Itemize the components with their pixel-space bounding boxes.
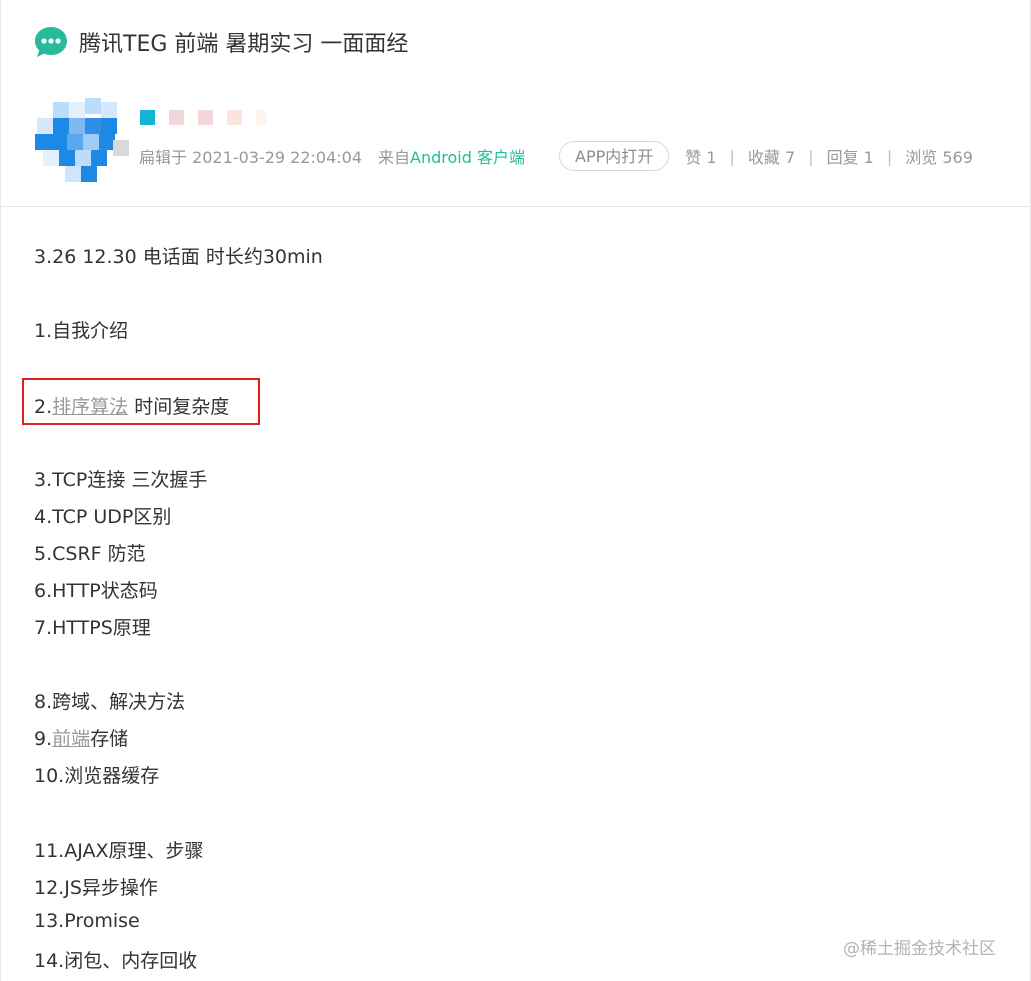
question-4: 4.TCP UDP区别	[34, 506, 172, 528]
stats-separator: |	[886, 146, 893, 166]
favorites-count[interactable]: 收藏 7	[748, 144, 795, 168]
post-page: 腾讯TEG 前端 暑期实习 一面面经 扁辑于 2021-03-29 22:04:…	[0, 0, 1031, 981]
question-12: 12.JS异步操作	[34, 877, 158, 899]
header-divider	[1, 206, 1031, 207]
avatar[interactable]	[35, 98, 129, 186]
question-13: 13.Promise	[34, 910, 140, 932]
question-7: 7.HTTPS原理	[34, 617, 151, 639]
question-9: 9.前端存储	[34, 724, 128, 751]
views-count: 浏览 569	[905, 148, 973, 167]
question-14: 14.闭包、内存回收	[34, 950, 198, 972]
stats-separator: |	[729, 146, 735, 166]
username-obscured[interactable]	[140, 110, 266, 125]
post-title: 腾讯TEG 前端 暑期实习 一面面经	[79, 32, 409, 57]
stats-separator: |	[808, 146, 814, 166]
watermark: @稀土掘金技术社区	[843, 939, 996, 959]
question-9-suffix: 存储	[90, 728, 129, 750]
question-3: 3.TCP连接 三次握手	[34, 469, 208, 491]
question-10: 10.浏览器缓存	[34, 765, 160, 787]
question-5: 5.CSRF 防范	[34, 543, 146, 565]
highlight-box	[22, 378, 260, 425]
frontend-link[interactable]: 前端	[52, 728, 90, 750]
open-in-app-button[interactable]: APP内打开	[559, 141, 670, 171]
question-9-prefix: 9.	[34, 728, 53, 750]
replies-count[interactable]: 回复 1	[827, 144, 874, 168]
question-6: 6.HTTP状态码	[34, 580, 158, 602]
interview-info: 3.26 12.30 电话面 时长约30min	[34, 246, 323, 268]
likes-count[interactable]: 赞 1	[685, 144, 716, 168]
question-1: 1.自我介绍	[34, 320, 129, 342]
question-11: 11.AJAX原理、步骤	[34, 840, 204, 862]
post-header: 腾讯TEG 前端 暑期实习 一面面经	[33, 24, 408, 60]
source-client: Android 客户端	[410, 148, 525, 167]
edited-time: 扁辑于 2021-03-29 22:04:04	[139, 148, 363, 167]
chat-bubble-icon	[33, 24, 69, 60]
post-meta: 扁辑于 2021-03-29 22:04:04 来自 Android 客户端 A…	[139, 140, 1009, 172]
question-8: 8.跨域、解决方法	[34, 691, 186, 713]
source-prefix: 来自	[378, 148, 411, 167]
post-stats: 赞 1 | 收藏 7 | 回复 1 | 浏览 569	[685, 144, 973, 168]
